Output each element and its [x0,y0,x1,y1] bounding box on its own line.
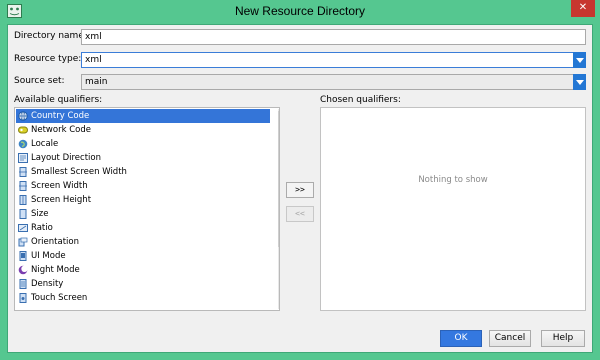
available-qualifiers-label: Available qualifiers: [14,95,103,105]
close-icon: ✕ [578,2,588,13]
list-item-orientation[interactable]: Orientation [16,235,270,249]
layout-direction-icon [18,153,28,163]
ui-mode-icon [19,251,27,261]
empty-state-text: Nothing to show [418,175,488,185]
scrollbar-thumb[interactable] [278,111,279,247]
night-mode-icon [18,265,28,275]
directory-name-label-text: Directory name: [14,31,87,41]
list-item-layout-direction[interactable]: Layout Direction [16,151,270,165]
screen-width-icon [19,167,27,177]
window-title: New Resource Directory [234,4,366,18]
list-item-label: Screen Width [31,181,88,191]
list-item-label: Touch Screen [31,293,88,303]
ratio-icon [18,224,28,232]
screen-height-icon [19,195,27,205]
cancel-button[interactable]: Cancel [489,330,531,347]
resource-type-label: Resource type: [14,54,81,64]
list-item-label: Smallest Screen Width [31,167,127,177]
network-code-icon [18,126,28,134]
locale-icon [18,139,28,149]
source-set-label: Source set: [14,76,65,86]
source-set-value: main [85,77,108,87]
chosen-qualifiers-label: Chosen qualifiers: [320,95,401,105]
dialog-window: New Resource Directory ✕ Directory name:… [0,0,600,360]
list-item-label: Ratio [31,223,53,233]
list-item-label: Orientation [31,237,79,247]
list-item-country-code[interactable]: Country Code [16,109,270,123]
list-item-size[interactable]: Size [16,207,270,221]
resource-type-value: xml [85,55,102,65]
list-item-label: Density [31,279,64,289]
list-item-ratio[interactable]: Ratio [16,221,270,235]
list-item-screen-width[interactable]: Screen Width [16,179,270,193]
help-button[interactable]: Help [541,330,585,347]
source-set-dropdown[interactable]: main [81,74,586,90]
list-item-label: Screen Height [31,195,92,205]
list-item-label: Size [31,209,49,219]
ok-button[interactable]: OK [440,330,482,347]
list-item-night-mode[interactable]: Night Mode [16,263,270,277]
list-item-label: Night Mode [31,265,80,275]
add-qualifier-button[interactable]: >> [286,182,314,198]
list-item-label: Layout Direction [31,153,101,163]
chevron-down-icon[interactable] [573,52,586,68]
list-item-network-code[interactable]: Network Code [16,123,270,137]
chevron-down-icon[interactable] [573,74,586,90]
touch-screen-icon [19,293,27,303]
orientation-icon [18,237,28,247]
list-item-screen-height[interactable]: Screen Height [16,193,270,207]
chosen-qualifiers-list[interactable]: Nothing to show [320,107,586,311]
title-bar[interactable]: New Resource Directory ✕ [0,0,600,24]
list-item-density[interactable]: Density [16,277,270,291]
remove-qualifier-button[interactable]: << [286,206,314,222]
screen-width-icon [19,181,27,191]
directory-name-input[interactable]: xml [81,29,586,45]
list-item-label: UI Mode [31,251,66,261]
list-item-touch-screen[interactable]: Touch Screen [16,291,270,305]
directory-name-label: Directory name: [14,31,87,41]
available-qualifiers-list[interactable]: Country Code Network Code Locale Layout … [14,107,280,311]
size-icon [19,209,27,219]
resource-type-label-text: Resource type: [14,54,82,64]
dialog-content: Directory name: xml Resource type: xml S… [7,24,593,353]
list-item-label: Network Code [31,125,91,135]
list-item-label: Country Code [31,111,90,121]
resource-type-dropdown[interactable]: xml [81,52,586,68]
list-item-ui-mode[interactable]: UI Mode [16,249,270,263]
globe-icon [18,111,28,121]
list-item-smallest-screen-width[interactable]: Smallest Screen Width [16,165,270,179]
list-item-locale[interactable]: Locale [16,137,270,151]
list-item-label: Locale [31,139,59,149]
source-set-label-text: Source set: [14,76,65,86]
list-scrollbar[interactable] [278,109,279,309]
density-icon [19,279,27,289]
close-button[interactable]: ✕ [571,0,595,17]
